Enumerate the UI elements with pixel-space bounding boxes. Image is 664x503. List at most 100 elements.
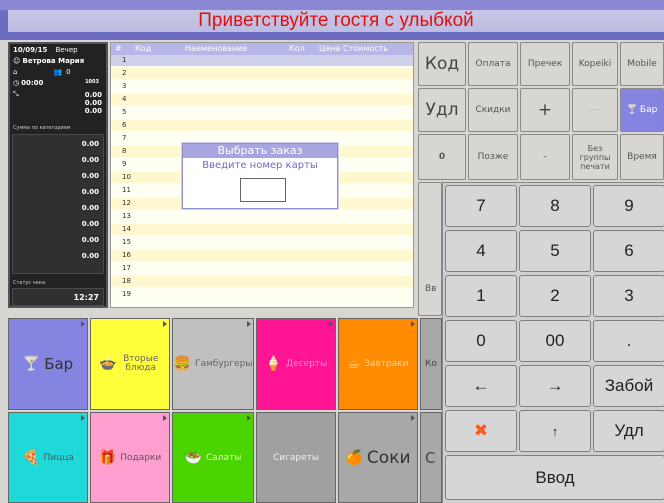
key-1[interactable]: 1 [445,275,517,317]
category-label: Гамбургеры [194,359,253,369]
category-label: Сигареты [273,452,319,463]
clock-icon: ◷ [13,79,20,87]
key-0[interactable]: 0 [445,320,517,362]
row-number: 10 [122,173,131,181]
delete-button[interactable]: Удл [418,88,466,132]
hidden-button[interactable] [418,182,442,316]
salad-icon: 🥗 [184,449,202,466]
category-label: Соки [366,447,411,468]
table-row[interactable]: 17 [111,263,413,274]
category-gifts[interactable]: 🎁 Подарки [90,412,170,503]
table-row[interactable]: 18 [111,276,413,287]
discounts-button[interactable]: Скидки [468,88,518,132]
numpad: 7 8 9 4 5 6 1 2 3 0 00 . ← → Забой ✖ ↑ У… [442,182,664,503]
key-7[interactable]: 7 [445,185,517,227]
clock-box: 12:27 [12,288,104,306]
table-row[interactable]: 3 [111,81,413,92]
partial-label: Вв [425,284,437,294]
row-number: 19 [122,290,131,298]
category-label: Бар [44,355,74,373]
bar-shortcut-button[interactable]: 🍸 Бар [620,88,664,132]
table-row[interactable]: 6 [111,120,413,131]
key-5[interactable]: 5 [519,230,591,272]
payment-button[interactable]: Оплата [468,42,518,86]
zero-button[interactable]: 0 [418,134,466,180]
current-time: 12:27 [73,293,99,302]
category-label: Пицца [43,452,74,463]
guests-count: 0 [66,68,71,76]
col-header: # [115,44,122,53]
no-print-group-button[interactable]: Без группы печати [572,134,618,180]
table-row[interactable]: 16 [111,250,413,261]
category-cigarettes[interactable]: Сигареты [256,412,336,503]
backspace-key[interactable]: Забой [593,365,664,407]
mobile-button[interactable]: Mobile [620,42,664,86]
shift-label: Вечер [55,46,78,54]
category-juices[interactable]: 🍊 Соки [338,412,418,503]
cat-sum: 0.00 [81,204,99,212]
category-burgers[interactable]: 🍔 Гамбургеры [172,318,254,410]
arrow-up-key[interactable]: ↑ [519,410,591,452]
row-number: 9 [122,160,127,168]
arrow-left-key[interactable]: ← [445,365,517,407]
greeting-banner: Приветствуйте гостя с улыбкой [8,10,664,32]
key-9[interactable]: 9 [593,185,664,227]
table-row[interactable]: 13 [111,211,413,222]
date-label: 10/09/15 [13,46,48,54]
table-row[interactable]: 7 [111,133,413,144]
category-desserts[interactable]: 🍦 Десерты [256,318,336,410]
col-header: Код [135,44,152,53]
key-decimal[interactable]: . [593,320,664,362]
table-row[interactable]: 4 [111,94,413,105]
juice-icon: 🍊 [345,449,363,466]
minus-button[interactable]: - [520,134,570,180]
select-order-dialog: Выбрать заказ Введите номер карты [182,143,338,209]
row-number: 17 [122,264,131,272]
blurred-button[interactable]: ····· [572,88,618,132]
card-number-input[interactable] [240,178,286,202]
table-row[interactable]: 19 [111,289,413,300]
total-3: 0.00 [84,107,102,115]
enter-key[interactable]: Ввод [445,455,664,500]
row-number: 13 [122,212,131,220]
category-label: С [425,448,436,467]
category-salads[interactable]: 🥗 Салаты [172,412,254,503]
waiter-name: Ветрова Мария [22,57,85,65]
key-00[interactable]: 00 [519,320,591,362]
category-pizza[interactable]: 🍕 Пицца [8,412,88,503]
key-8[interactable]: 8 [519,185,591,227]
arrow-right-key[interactable]: → [519,365,591,407]
later-button[interactable]: Позже [468,134,518,180]
category-breakfasts[interactable]: ☕ Завтраки [338,318,418,410]
row-number: 5 [122,108,127,116]
row-number: 8 [122,147,127,155]
row-number: 6 [122,121,127,129]
category-main-dishes[interactable]: 🍲 Вторые блюда [90,318,170,410]
key-6[interactable]: 6 [593,230,664,272]
row-number: 4 [122,95,127,103]
cat-sum: 0.00 [81,156,99,164]
row-number: 3 [122,82,127,90]
plus-button[interactable]: + [520,88,570,132]
cat-sum: 0.00 [81,140,99,148]
table-row[interactable]: 14 [111,224,413,235]
delete-key[interactable]: Удл [593,410,664,452]
code-button[interactable]: Код [418,42,466,86]
category-partial[interactable]: Ко [420,318,442,410]
kopeiki-button[interactable]: Kopeiki [572,42,618,86]
dish-icon: 🍲 [99,355,117,372]
category-partial[interactable]: С [420,412,442,503]
row-number: 16 [122,251,131,259]
table-row[interactable]: 5 [111,107,413,118]
table-row[interactable]: 15 [111,237,413,248]
table-row[interactable]: 2 [111,68,413,79]
precheck-button[interactable]: Пречек [520,42,570,86]
key-3[interactable]: 3 [593,275,664,317]
cancel-x-key[interactable]: ✖ [445,410,517,452]
time-button[interactable]: Время [620,134,664,180]
cat-sum: 0.00 [81,220,99,228]
key-2[interactable]: 2 [519,275,591,317]
key-4[interactable]: 4 [445,230,517,272]
category-bar[interactable]: 🍸 Бар [8,318,88,410]
table-row[interactable]: 1 [111,55,413,66]
